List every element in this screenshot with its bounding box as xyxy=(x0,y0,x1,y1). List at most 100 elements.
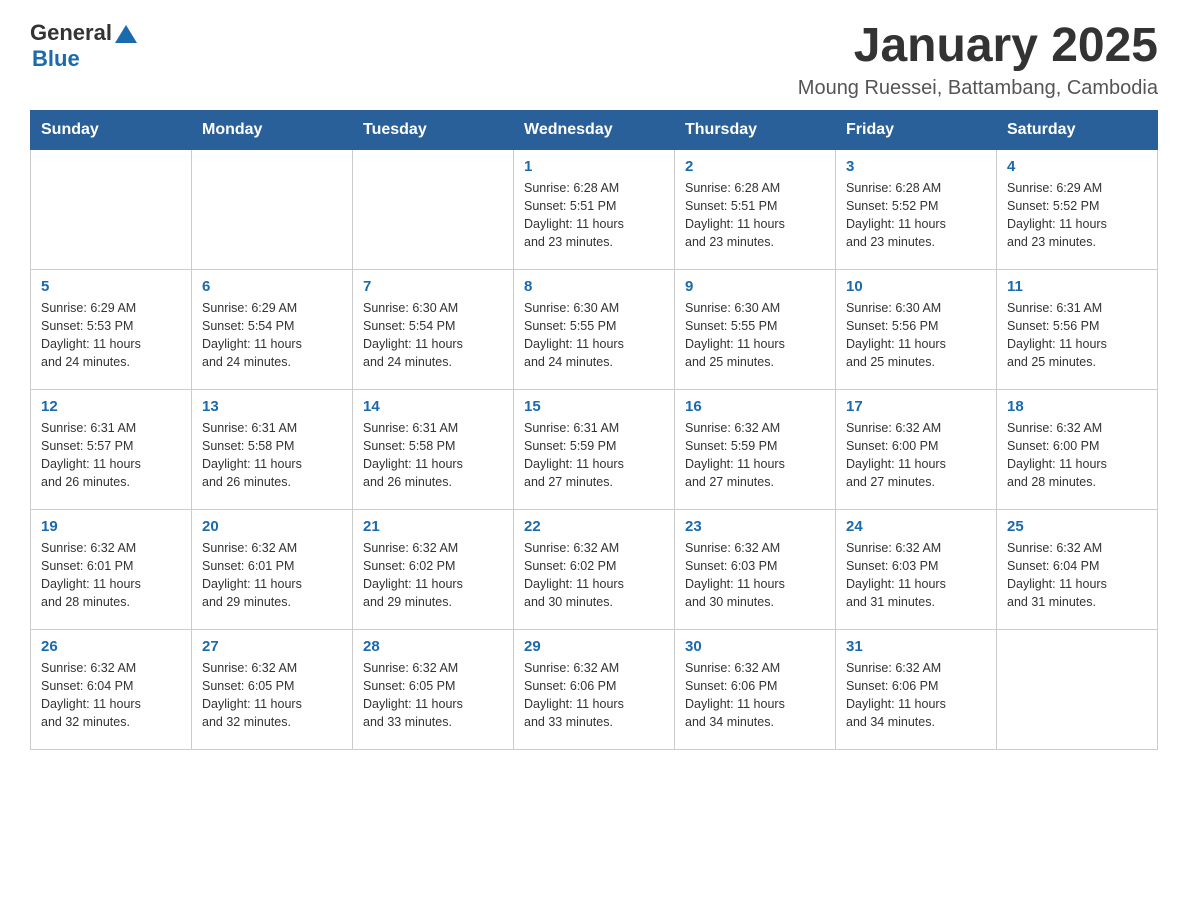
calendar-cell: 29 Sunrise: 6:32 AM Sunset: 6:06 PM Dayli… xyxy=(514,629,675,749)
day-info: Sunrise: 6:32 AM Sunset: 6:06 PM Dayligh… xyxy=(524,659,664,732)
day-number: 13 xyxy=(202,398,342,415)
day-number: 2 xyxy=(685,158,825,175)
day-number: 23 xyxy=(685,518,825,535)
day-number: 17 xyxy=(846,398,986,415)
day-number: 28 xyxy=(363,638,503,655)
day-number: 7 xyxy=(363,278,503,295)
day-info: Sunrise: 6:32 AM Sunset: 6:00 PM Dayligh… xyxy=(1007,419,1147,492)
column-header-thursday: Thursday xyxy=(675,110,836,149)
day-number: 9 xyxy=(685,278,825,295)
day-info: Sunrise: 6:32 AM Sunset: 6:00 PM Dayligh… xyxy=(846,419,986,492)
day-info: Sunrise: 6:32 AM Sunset: 6:03 PM Dayligh… xyxy=(685,539,825,612)
day-number: 25 xyxy=(1007,518,1147,535)
day-number: 6 xyxy=(202,278,342,295)
calendar-title: January 2025 xyxy=(798,20,1158,73)
day-info: Sunrise: 6:32 AM Sunset: 6:05 PM Dayligh… xyxy=(202,659,342,732)
column-header-sunday: Sunday xyxy=(31,110,192,149)
calendar-cell: 6 Sunrise: 6:29 AM Sunset: 5:54 PM Daylig… xyxy=(192,269,353,389)
day-info: Sunrise: 6:32 AM Sunset: 6:01 PM Dayligh… xyxy=(41,539,181,612)
day-info: Sunrise: 6:28 AM Sunset: 5:51 PM Dayligh… xyxy=(685,179,825,252)
calendar-cell: 18 Sunrise: 6:32 AM Sunset: 6:00 PM Dayli… xyxy=(997,389,1158,509)
day-info: Sunrise: 6:31 AM Sunset: 5:59 PM Dayligh… xyxy=(524,419,664,492)
day-number: 31 xyxy=(846,638,986,655)
column-header-saturday: Saturday xyxy=(997,110,1158,149)
day-info: Sunrise: 6:32 AM Sunset: 6:06 PM Dayligh… xyxy=(846,659,986,732)
calendar-cell: 8 Sunrise: 6:30 AM Sunset: 5:55 PM Daylig… xyxy=(514,269,675,389)
day-info: Sunrise: 6:32 AM Sunset: 6:05 PM Dayligh… xyxy=(363,659,503,732)
column-header-friday: Friday xyxy=(836,110,997,149)
calendar-cell: 22 Sunrise: 6:32 AM Sunset: 6:02 PM Dayli… xyxy=(514,509,675,629)
day-info: Sunrise: 6:29 AM Sunset: 5:54 PM Dayligh… xyxy=(202,299,342,372)
day-info: Sunrise: 6:30 AM Sunset: 5:56 PM Dayligh… xyxy=(846,299,986,372)
day-number: 10 xyxy=(846,278,986,295)
day-number: 26 xyxy=(41,638,181,655)
calendar-cell: 11 Sunrise: 6:31 AM Sunset: 5:56 PM Dayli… xyxy=(997,269,1158,389)
day-number: 12 xyxy=(41,398,181,415)
calendar-cell: 3 Sunrise: 6:28 AM Sunset: 5:52 PM Daylig… xyxy=(836,149,997,269)
day-info: Sunrise: 6:32 AM Sunset: 6:02 PM Dayligh… xyxy=(524,539,664,612)
day-number: 11 xyxy=(1007,278,1147,295)
calendar-cell: 16 Sunrise: 6:32 AM Sunset: 5:59 PM Dayli… xyxy=(675,389,836,509)
day-number: 29 xyxy=(524,638,664,655)
calendar-cell: 26 Sunrise: 6:32 AM Sunset: 6:04 PM Dayli… xyxy=(31,629,192,749)
day-number: 5 xyxy=(41,278,181,295)
calendar-cell: 2 Sunrise: 6:28 AM Sunset: 5:51 PM Daylig… xyxy=(675,149,836,269)
calendar-cell: 25 Sunrise: 6:32 AM Sunset: 6:04 PM Dayli… xyxy=(997,509,1158,629)
calendar-cell: 9 Sunrise: 6:30 AM Sunset: 5:55 PM Daylig… xyxy=(675,269,836,389)
day-number: 3 xyxy=(846,158,986,175)
day-info: Sunrise: 6:32 AM Sunset: 6:04 PM Dayligh… xyxy=(1007,539,1147,612)
day-info: Sunrise: 6:31 AM Sunset: 5:56 PM Dayligh… xyxy=(1007,299,1147,372)
column-header-wednesday: Wednesday xyxy=(514,110,675,149)
week-row-2: 5 Sunrise: 6:29 AM Sunset: 5:53 PM Daylig… xyxy=(31,269,1158,389)
day-info: Sunrise: 6:30 AM Sunset: 5:55 PM Dayligh… xyxy=(685,299,825,372)
calendar-cell: 5 Sunrise: 6:29 AM Sunset: 5:53 PM Daylig… xyxy=(31,269,192,389)
day-number: 16 xyxy=(685,398,825,415)
calendar-cell xyxy=(997,629,1158,749)
calendar-subtitle: Moung Ruessei, Battambang, Cambodia xyxy=(798,77,1158,100)
day-number: 8 xyxy=(524,278,664,295)
day-number: 1 xyxy=(524,158,664,175)
day-number: 30 xyxy=(685,638,825,655)
calendar-cell: 1 Sunrise: 6:28 AM Sunset: 5:51 PM Daylig… xyxy=(514,149,675,269)
day-number: 21 xyxy=(363,518,503,535)
calendar-cell: 10 Sunrise: 6:30 AM Sunset: 5:56 PM Dayli… xyxy=(836,269,997,389)
calendar-cell: 21Sunrise: 6:32 AM Sunset: 6:02 PM Dayli… xyxy=(353,509,514,629)
day-number: 20 xyxy=(202,518,342,535)
day-number: 24 xyxy=(846,518,986,535)
day-number: 22 xyxy=(524,518,664,535)
week-row-1: 1 Sunrise: 6:28 AM Sunset: 5:51 PM Daylig… xyxy=(31,149,1158,269)
day-header-row: SundayMondayTuesdayWednesdayThursdayFrid… xyxy=(31,110,1158,149)
calendar-cell: 23 Sunrise: 6:32 AM Sunset: 6:03 PM Dayli… xyxy=(675,509,836,629)
logo-blue-text: Blue xyxy=(32,46,80,71)
calendar-cell: 15 Sunrise: 6:31 AM Sunset: 5:59 PM Dayli… xyxy=(514,389,675,509)
day-info: Sunrise: 6:29 AM Sunset: 5:52 PM Dayligh… xyxy=(1007,179,1147,252)
calendar-cell: 27Sunrise: 6:32 AM Sunset: 6:05 PM Dayli… xyxy=(192,629,353,749)
calendar-cell: 12Sunrise: 6:31 AM Sunset: 5:57 PM Dayli… xyxy=(31,389,192,509)
day-info: Sunrise: 6:32 AM Sunset: 6:04 PM Dayligh… xyxy=(41,659,181,732)
column-header-tuesday: Tuesday xyxy=(353,110,514,149)
day-number: 19 xyxy=(41,518,181,535)
calendar-cell: 28 Sunrise: 6:32 AM Sunset: 6:05 PM Dayli… xyxy=(353,629,514,749)
day-number: 15 xyxy=(524,398,664,415)
day-info: Sunrise: 6:30 AM Sunset: 5:54 PM Dayligh… xyxy=(363,299,503,372)
day-info: Sunrise: 6:32 AM Sunset: 5:59 PM Dayligh… xyxy=(685,419,825,492)
column-header-monday: Monday xyxy=(192,110,353,149)
logo-general-text: General xyxy=(30,20,112,46)
day-number: 18 xyxy=(1007,398,1147,415)
logo: General Blue xyxy=(30,20,137,72)
calendar-cell: 31 Sunrise: 6:32 AM Sunset: 6:06 PM Dayli… xyxy=(836,629,997,749)
logo-triangle-icon xyxy=(115,25,137,43)
day-info: Sunrise: 6:28 AM Sunset: 5:51 PM Dayligh… xyxy=(524,179,664,252)
calendar-cell: 19 Sunrise: 6:32 AM Sunset: 6:01 PM Dayli… xyxy=(31,509,192,629)
day-number: 14 xyxy=(363,398,503,415)
calendar-cell xyxy=(192,149,353,269)
calendar-table: SundayMondayTuesdayWednesdayThursdayFrid… xyxy=(30,110,1158,750)
day-info: Sunrise: 6:30 AM Sunset: 5:55 PM Dayligh… xyxy=(524,299,664,372)
week-row-3: 12Sunrise: 6:31 AM Sunset: 5:57 PM Dayli… xyxy=(31,389,1158,509)
calendar-cell: 13Sunrise: 6:31 AM Sunset: 5:58 PM Dayli… xyxy=(192,389,353,509)
calendar-cell: 24 Sunrise: 6:32 AM Sunset: 6:03 PM Dayli… xyxy=(836,509,997,629)
day-info: Sunrise: 6:29 AM Sunset: 5:53 PM Dayligh… xyxy=(41,299,181,372)
day-info: Sunrise: 6:28 AM Sunset: 5:52 PM Dayligh… xyxy=(846,179,986,252)
day-info: Sunrise: 6:32 AM Sunset: 6:03 PM Dayligh… xyxy=(846,539,986,612)
calendar-cell: 17 Sunrise: 6:32 AM Sunset: 6:00 PM Dayli… xyxy=(836,389,997,509)
